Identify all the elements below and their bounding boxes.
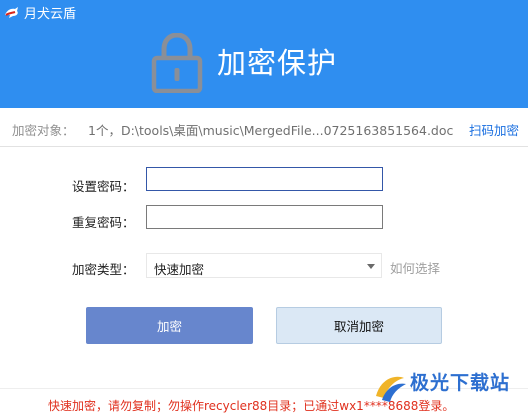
target-label: 加密对象： [12, 123, 75, 138]
divider [0, 146, 528, 147]
encrypt-type-select[interactable]: 快速加密 [146, 253, 382, 278]
how-to-choose-link[interactable]: 如何选择 [390, 258, 440, 277]
cancel-encrypt-button[interactable]: 取消加密 [276, 307, 442, 344]
repeat-password-label: 重复密码： [72, 215, 135, 230]
encrypt-target-row: 加密对象： 1个，D:\tools\桌面\music\MergedFile...… [0, 116, 528, 142]
target-file-path: 1个，D:\tools\桌面\music\MergedFile...072516… [88, 123, 454, 138]
watermark: 极光下载站 [372, 366, 522, 414]
title-bar: 月犬云盾 [0, 0, 528, 24]
watermark-text: 极光下载站 [410, 372, 511, 394]
lock-icon [151, 33, 203, 93]
encrypt-button[interactable]: 加密 [86, 307, 253, 344]
repeat-password-input[interactable] [146, 205, 383, 229]
header-banner: 月犬云盾 加密保护 [0, 0, 528, 108]
set-password-label: 设置密码： [72, 179, 135, 194]
scan-encrypt-link[interactable]: 扫码加密 [469, 120, 519, 139]
encrypt-type-label: 加密类型： [72, 262, 135, 277]
watermark-logo-icon [376, 376, 406, 402]
app-logo-icon [5, 7, 18, 18]
encrypt-type-value: 快速加密 [154, 262, 205, 277]
set-password-input[interactable] [146, 167, 383, 191]
app-title: 月犬云盾 [24, 7, 77, 22]
chevron-down-icon [367, 264, 375, 269]
page-title: 加密保护 [217, 46, 338, 80]
